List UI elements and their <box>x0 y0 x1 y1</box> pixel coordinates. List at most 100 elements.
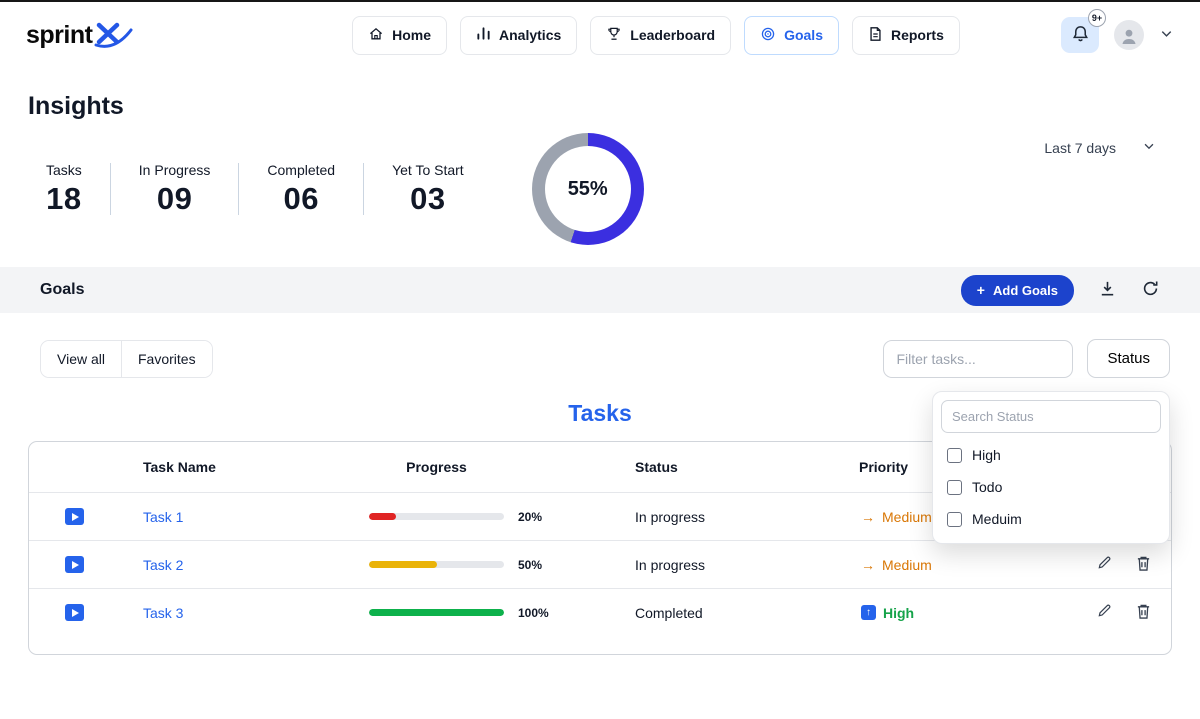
refresh-button[interactable] <box>1141 279 1160 301</box>
goals-title: Goals <box>40 281 84 299</box>
user-avatar[interactable] <box>1114 20 1144 50</box>
checkbox-icon[interactable] <box>947 448 962 463</box>
goals-actions: + Add Goals <box>961 275 1160 306</box>
add-goals-button[interactable]: + Add Goals <box>961 275 1074 306</box>
progress-fill <box>369 561 437 568</box>
notification-badge: 9+ <box>1088 9 1106 27</box>
pencil-icon <box>1097 555 1112 575</box>
checkbox-icon[interactable] <box>947 512 962 527</box>
task-name-link[interactable]: Task 1 <box>143 509 183 525</box>
stat-value: 03 <box>392 181 464 217</box>
task-status: In progress <box>629 509 859 525</box>
trash-icon <box>1136 603 1151 623</box>
stat-label: Completed <box>267 162 335 178</box>
top-nav-bar: sprint Home Analytics Leaderbo <box>0 2 1200 68</box>
col-header-status: Status <box>629 459 859 475</box>
date-range-select[interactable]: Last 7 days <box>1044 139 1156 156</box>
pencil-icon <box>1097 603 1112 623</box>
chevron-down-icon <box>1159 26 1174 44</box>
progress-fill <box>369 609 504 616</box>
home-icon <box>368 26 384 45</box>
bell-icon <box>1071 24 1090 47</box>
favorites-button[interactable]: Favorites <box>122 341 212 377</box>
header-right-controls: 9+ <box>1061 17 1174 53</box>
status-option-label: High <box>972 447 1001 463</box>
task-name-link[interactable]: Task 3 <box>143 605 183 621</box>
play-button[interactable] <box>65 556 84 573</box>
delete-button[interactable] <box>1136 603 1151 623</box>
completion-percent: 55% <box>545 146 631 232</box>
progress-bar <box>369 561 504 568</box>
task-status: In progress <box>629 557 859 573</box>
nav-item-analytics[interactable]: Analytics <box>460 16 577 55</box>
nav-item-reports[interactable]: Reports <box>852 16 960 55</box>
stat-yet-to-start: Yet To Start 03 <box>390 162 466 217</box>
target-icon <box>760 26 776 45</box>
stat-completed: Completed 06 <box>265 162 337 217</box>
priority-icon <box>861 557 882 573</box>
download-button[interactable] <box>1098 279 1117 301</box>
account-menu-chevron[interactable] <box>1159 26 1174 44</box>
progress-bar <box>369 513 504 520</box>
nav-item-goals[interactable]: Goals <box>744 16 839 55</box>
refresh-icon <box>1141 279 1160 301</box>
col-header-progress: Progress <box>369 459 504 475</box>
priority-cell: High <box>859 605 1089 621</box>
stat-tasks: Tasks 18 <box>44 162 84 217</box>
analytics-icon <box>476 26 491 44</box>
stat-label: Tasks <box>46 162 82 178</box>
report-icon <box>868 26 883 45</box>
priority-cell: Medium <box>859 557 1089 573</box>
trash-icon <box>1136 555 1151 575</box>
logo-x-icon <box>93 21 133 53</box>
checkbox-icon[interactable] <box>947 480 962 495</box>
delete-button[interactable] <box>1136 555 1151 575</box>
stat-value: 09 <box>139 181 211 217</box>
status-dropdown-panel: High Todo Meduim <box>932 391 1170 544</box>
status-filter-button[interactable]: Status <box>1087 339 1170 378</box>
divider <box>363 163 364 215</box>
add-goals-label: Add Goals <box>993 283 1058 298</box>
nav-item-home[interactable]: Home <box>352 16 447 55</box>
edit-button[interactable] <box>1097 603 1112 623</box>
filter-tasks-input[interactable] <box>883 340 1073 378</box>
status-option-medium[interactable]: Meduim <box>941 503 1161 535</box>
divider <box>110 163 111 215</box>
play-icon <box>72 513 79 521</box>
stat-label: Yet To Start <box>392 162 464 178</box>
plus-icon: + <box>977 283 985 297</box>
download-icon <box>1098 279 1117 301</box>
view-all-button[interactable]: View all <box>41 341 122 377</box>
stat-value: 18 <box>46 181 82 217</box>
stat-in-progress: In Progress 09 <box>137 162 213 217</box>
main-nav: Home Analytics Leaderboard Goals Reports <box>251 16 1061 55</box>
play-button[interactable] <box>65 604 84 621</box>
stat-label: In Progress <box>139 162 211 178</box>
priority-label: High <box>883 605 914 621</box>
nav-item-label: Leaderboard <box>630 27 715 43</box>
nav-item-label: Goals <box>784 27 823 43</box>
brand-logo: sprint <box>26 17 251 53</box>
task-status: Completed <box>629 605 859 621</box>
status-option-label: Todo <box>972 479 1002 495</box>
priority-label: Medium <box>882 509 932 525</box>
status-option-todo[interactable]: Todo <box>941 471 1161 503</box>
status-search-input[interactable] <box>941 400 1161 433</box>
task-name-link[interactable]: Task 2 <box>143 557 183 573</box>
divider <box>238 163 239 215</box>
view-toggle: View all Favorites <box>40 340 213 378</box>
nav-item-label: Reports <box>891 27 944 43</box>
progress-percent: 100% <box>518 606 549 620</box>
chevron-down-icon <box>1142 139 1156 156</box>
play-button[interactable] <box>65 508 84 525</box>
nav-item-leaderboard[interactable]: Leaderboard <box>590 16 731 55</box>
play-icon <box>72 609 79 617</box>
priority-label: Medium <box>882 557 932 573</box>
status-option-high[interactable]: High <box>941 439 1161 471</box>
nav-item-label: Home <box>392 27 431 43</box>
edit-button[interactable] <box>1097 555 1112 575</box>
goals-section-bar: Goals + Add Goals <box>0 267 1200 313</box>
col-header-task-name: Task Name <box>119 459 369 475</box>
stat-value: 06 <box>267 181 335 217</box>
progress-bar <box>369 609 504 616</box>
